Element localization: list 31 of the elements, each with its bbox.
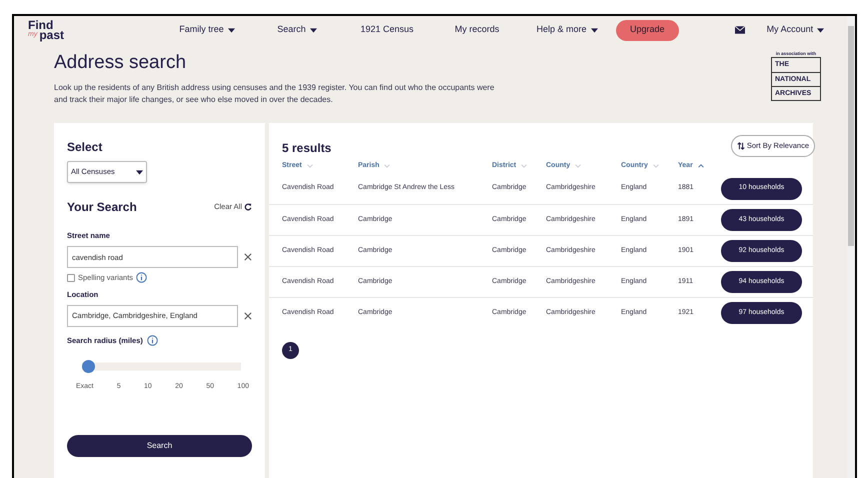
- radius-slider[interactable]: [82, 360, 241, 373]
- info-icon[interactable]: [136, 272, 148, 284]
- sort-up-icon: [698, 164, 704, 168]
- upgrade-button[interactable]: Upgrade: [616, 20, 679, 40]
- sort-icon: [736, 142, 745, 150]
- account-menu[interactable]: My Account: [766, 23, 824, 37]
- section-heading: Your Search: [67, 199, 137, 216]
- nav-link[interactable]: Search: [252, 23, 342, 37]
- nav-link[interactable]: Family tree: [162, 23, 252, 37]
- search-button[interactable]: Search: [67, 434, 252, 456]
- clear-icon[interactable]: [244, 312, 252, 320]
- caret-icon: [136, 170, 143, 174]
- nav-link[interactable]: Help & more: [522, 23, 612, 37]
- section-heading: Select: [67, 139, 104, 156]
- nav-link[interactable]: My records: [432, 23, 522, 37]
- slider-thumb[interactable]: [82, 360, 95, 373]
- results-count: 5 results: [282, 140, 332, 157]
- sort-down-icon: [384, 164, 390, 168]
- spelling-checkbox[interactable]: [67, 274, 75, 282]
- page-title: Address search: [54, 51, 188, 75]
- sort-down-icon: [306, 164, 313, 168]
- sort-down-icon: [521, 164, 528, 168]
- sort-down-icon: [575, 164, 582, 168]
- intro-text: Look up the residents of any British address using censuses and the 1939 register. You can find out who the occupants were and track their major life changes, or see who else moved in over the decades.: [54, 82, 496, 106]
- mail-icon[interactable]: [734, 26, 745, 34]
- refresh-icon: [244, 203, 252, 211]
- caret-icon: [817, 28, 824, 32]
- info-icon[interactable]: [146, 334, 158, 346]
- clear-icon[interactable]: [244, 253, 252, 262]
- sort-down-icon: [652, 164, 659, 168]
- nav-link[interactable]: 1921 Census: [342, 23, 432, 37]
